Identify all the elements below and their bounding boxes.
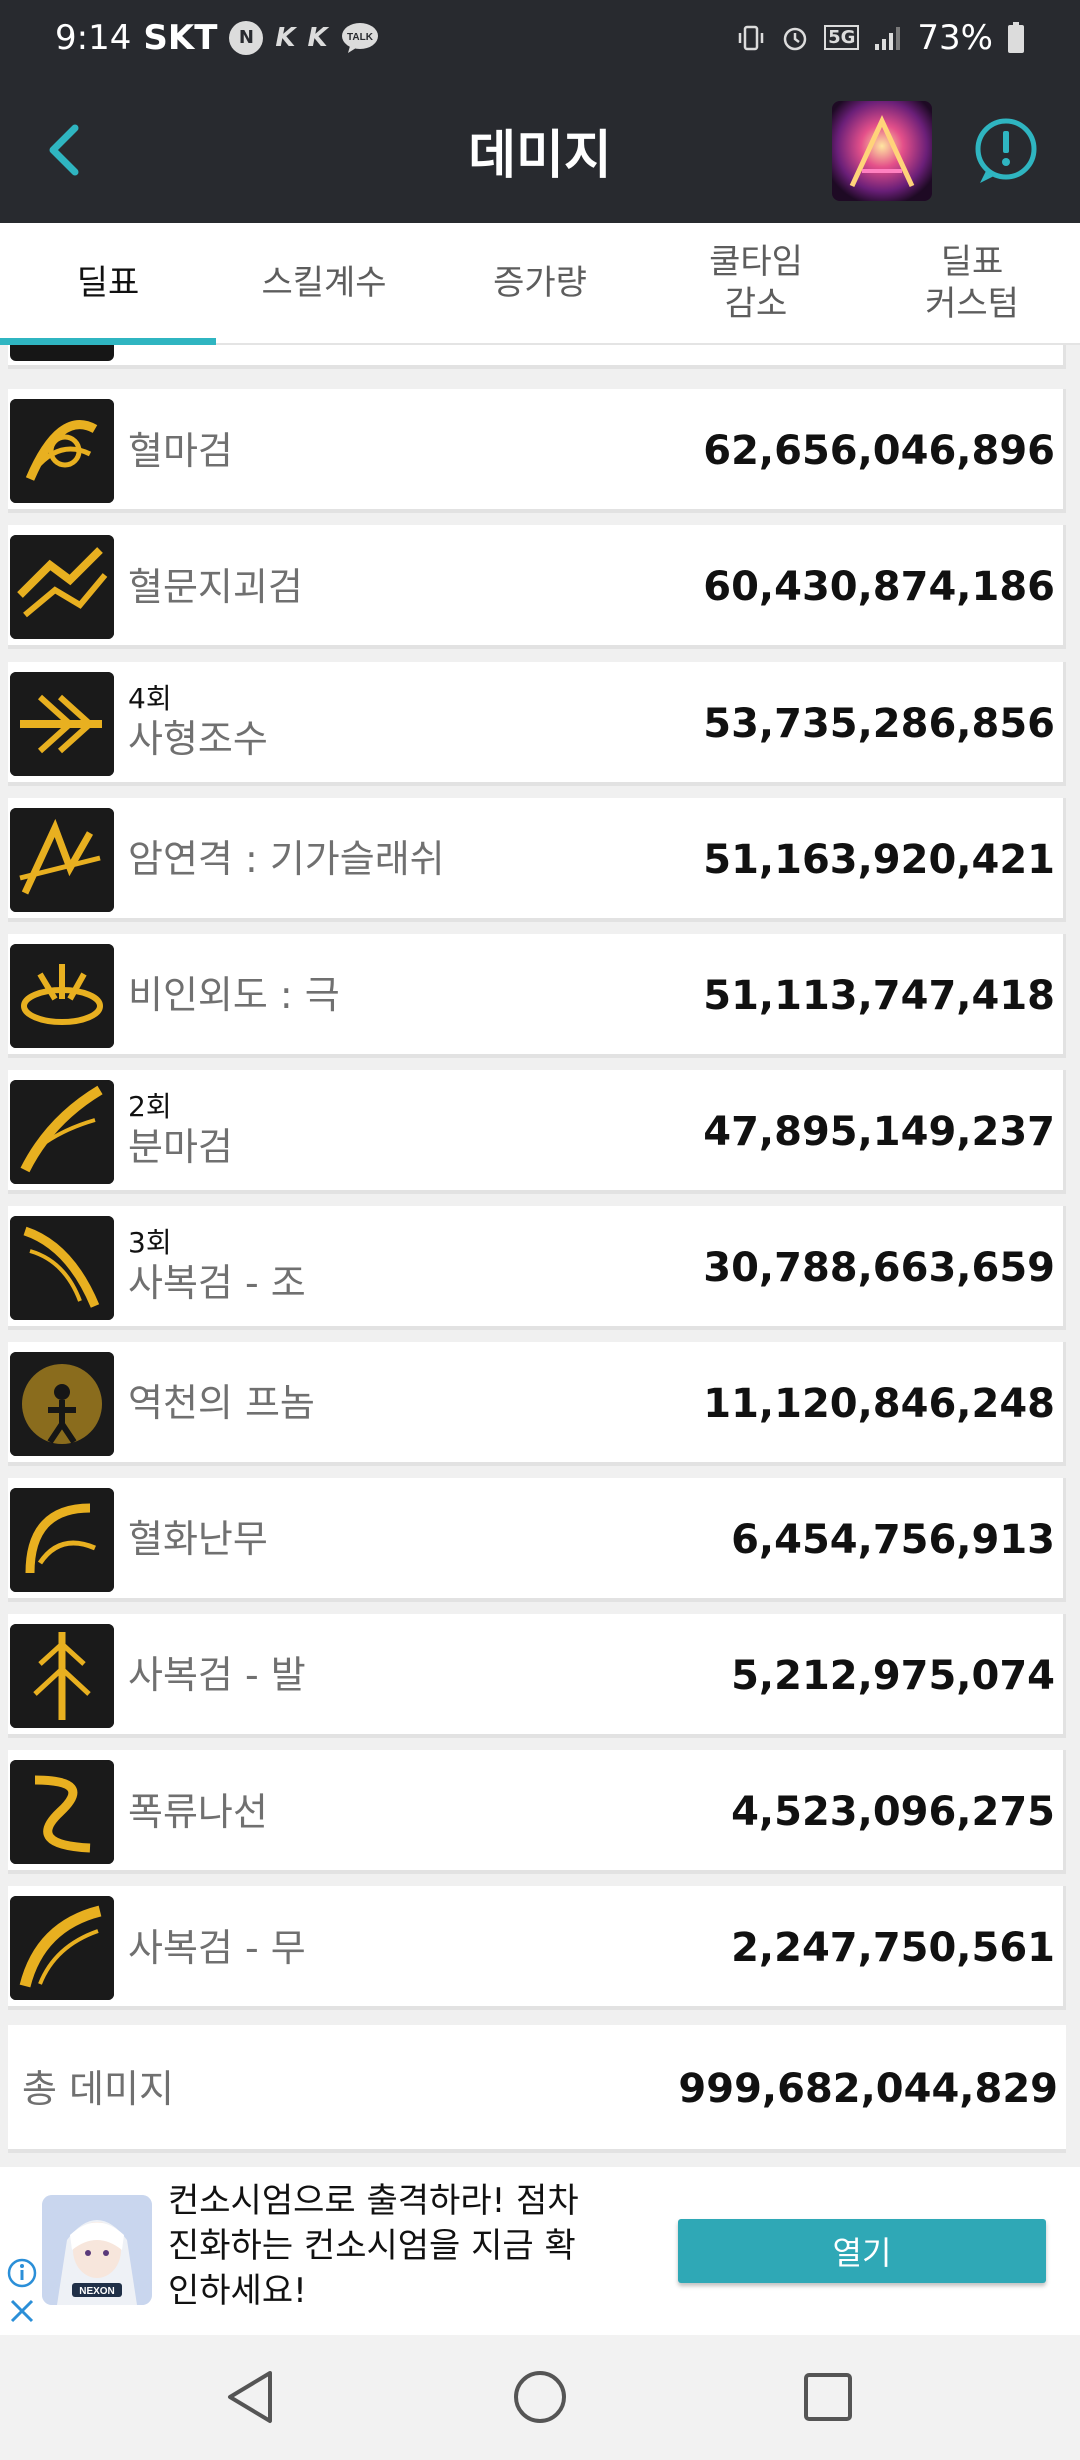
skill-name: 사형조수 — [128, 716, 268, 761]
kakaotalk-icon: TALK — [340, 21, 380, 55]
skill-hit-count: 2회 — [128, 1089, 172, 1123]
skill-name: 사복검 - 조 — [128, 1261, 306, 1306]
square-recents-icon — [804, 2373, 852, 2421]
ad-close-icon[interactable] — [6, 2295, 38, 2327]
circle-home-icon — [514, 2371, 566, 2423]
skill-icon — [10, 943, 114, 1048]
skill-icon — [10, 1488, 114, 1593]
signal-icon — [873, 24, 903, 52]
battery-percent: 73% — [917, 17, 993, 58]
skill-hit-count: 4회 — [128, 681, 172, 715]
tab-damage-table-custom[interactable]: 딜표 커스텀 — [864, 223, 1080, 343]
table-row: 비인외도 : 극 51,113,747,418 — [8, 933, 1066, 1058]
skill-damage-value: 6,454,756,913 — [731, 1517, 1055, 1564]
skill-name: 암연격 : 기가슬래쉬 — [128, 836, 445, 881]
skill-damage-value: 60,430,874,186 — [703, 564, 1055, 611]
nav-home-button[interactable] — [504, 2361, 576, 2433]
info-button[interactable] — [970, 115, 1042, 187]
skill-name: 혈마검 — [128, 428, 233, 473]
network-label: 5G — [824, 25, 860, 50]
system-nav-bar — [0, 2335, 1080, 2460]
ad-banner[interactable]: NEXON 컨소시엄으로 출격하라! 점차 진화하는 컨소시엄을 지금 확인하세… — [0, 2167, 1080, 2335]
skill-name: 폭류나선 — [128, 1789, 268, 1834]
tab-bar: 딜표 스킬계수 증가량 쿨타임 감소 딜표 커스텀 — [0, 223, 1080, 345]
skill-icon — [10, 1351, 114, 1456]
tab-skill-coefficient[interactable]: 스킬계수 — [216, 223, 432, 343]
character-class-thumbnail[interactable] — [832, 101, 932, 201]
skill-name: 비인외도 : 극 — [128, 972, 340, 1017]
skill-damage-value: 5,212,975,074 — [731, 1653, 1055, 1700]
exclamation-circle-icon — [975, 118, 1037, 183]
skill-icon — [10, 399, 114, 504]
ad-brand: NEXON — [79, 2286, 115, 2297]
tab-damage-table[interactable]: 딜표 — [0, 223, 216, 345]
k-app-icon: K — [275, 22, 296, 53]
table-row: 암연격 : 기가슬래쉬 51,163,920,421 — [8, 797, 1066, 922]
total-damage-value: 999,682,044,829 — [678, 2066, 1058, 2112]
skill-damage-value: 51,163,920,421 — [703, 836, 1055, 883]
skill-damage-value: 51,113,747,418 — [703, 972, 1055, 1019]
skill-icon — [10, 345, 114, 361]
svg-text:TALK: TALK — [347, 32, 374, 43]
skill-name: 사복검 - 발 — [128, 1653, 306, 1698]
table-row: 역천의 프놈 11,120,846,248 — [8, 1341, 1066, 1466]
ad-info-icon[interactable] — [6, 2257, 38, 2289]
skill-icon — [10, 535, 114, 640]
k-app-icon: K — [307, 22, 328, 53]
skill-name: 혈문지괴검 — [128, 564, 303, 609]
skill-icon — [10, 1624, 114, 1729]
nav-recents-button[interactable] — [792, 2361, 864, 2433]
skill-name: 혈화난무 — [128, 1517, 268, 1562]
ad-text: 컨소시엄으로 출격하라! 점차 진화하는 컨소시엄을 지금 확인하세요! — [168, 2181, 579, 2311]
table-row: 혈화난무 6,454,756,913 — [8, 1478, 1066, 1603]
skill-name: 분마검 — [128, 1125, 233, 1170]
skill-damage-list[interactable]: 혈마검 62,656,046,896 혈문지괴검 60,430,874,186 4회 사형… — [0, 345, 1080, 2167]
tab-increase[interactable]: 증가량 — [432, 223, 648, 343]
skill-damage-value: 11,120,846,248 — [703, 1380, 1055, 1427]
triangle-back-icon — [228, 2371, 272, 2423]
table-row: 3회 사복검 - 조 30,788,663,659 — [8, 1205, 1066, 1330]
table-row: 사복검 - 발 5,212,975,074 — [8, 1614, 1066, 1739]
nav-back-button[interactable] — [216, 2361, 288, 2433]
skill-icon — [10, 671, 114, 776]
skill-icon — [10, 1896, 114, 2001]
table-row: 혈문지괴검 60,430,874,186 — [8, 525, 1066, 650]
skill-damage-value: 47,895,149,237 — [703, 1108, 1055, 1155]
battery-icon — [1007, 21, 1025, 54]
ad-open-button[interactable]: 열기 — [678, 2219, 1046, 2283]
table-row: 4회 사형조수 53,735,286,856 — [8, 661, 1066, 786]
status-time: 9:14 — [55, 17, 132, 58]
table-row: 혈마검 62,656,046,896 — [8, 389, 1066, 514]
vibrate-icon — [736, 23, 766, 53]
skill-damage-value: 4,523,096,275 — [731, 1789, 1055, 1836]
skill-damage-value: 53,735,286,856 — [703, 700, 1055, 747]
skill-icon — [10, 1079, 114, 1184]
total-damage-row: 총 데미지 999,682,044,829 — [8, 2025, 1066, 2153]
skill-damage-value: 30,788,663,659 — [703, 1244, 1055, 1291]
table-row: 폭류나선 4,523,096,275 — [8, 1750, 1066, 1875]
list-item — [8, 345, 1066, 369]
skill-icon — [10, 1760, 114, 1865]
tab-cooldown-reduction[interactable]: 쿨타임 감소 — [648, 223, 864, 343]
table-row: 사복검 - 무 2,247,750,561 — [8, 1886, 1066, 2011]
skill-hit-count: 3회 — [128, 1226, 172, 1260]
skill-damage-value: 62,656,046,896 — [703, 428, 1055, 475]
ad-game-avatar: NEXON — [42, 2195, 152, 2305]
alarm-icon — [780, 23, 810, 53]
skill-damage-value: 2,247,750,561 — [731, 1925, 1055, 1972]
table-row: 2회 분마검 47,895,149,237 — [8, 1069, 1066, 1194]
naver-icon: N — [229, 20, 264, 55]
total-damage-label: 총 데미지 — [22, 2067, 174, 2111]
skill-name: 역천의 프놈 — [128, 1381, 315, 1426]
app-bar: 데미지 — [0, 75, 1080, 223]
skill-icon — [10, 807, 114, 912]
skill-name: 사복검 - 무 — [128, 1925, 306, 1970]
status-carrier: SKT — [143, 17, 218, 58]
skill-icon — [10, 1215, 114, 1320]
status-bar: 9:14 SKT N K K TALK 5G 73% — [0, 0, 1080, 75]
